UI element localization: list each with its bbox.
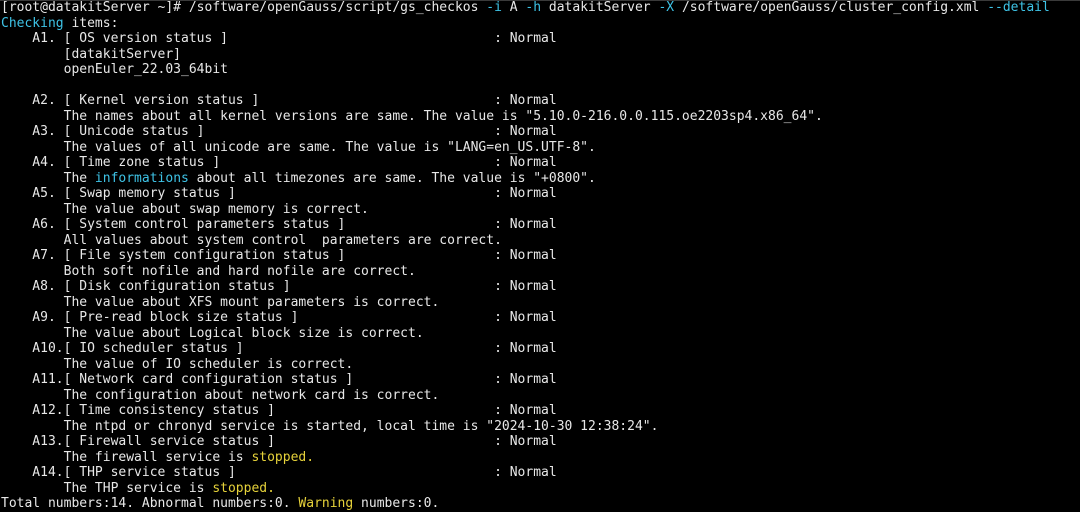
output-line: The ntpd or chronyd service is started, …: [1, 419, 1080, 435]
output-line: The THP service is stopped.: [1, 481, 1080, 497]
terminal-text: The values of all unicode are same. The …: [1, 139, 596, 155]
highlighted-text: informations: [94, 170, 189, 186]
terminal-text: The firewall service is: [1, 449, 252, 465]
terminal-text: A7. [ File system configuration status ]…: [1, 248, 557, 263]
terminal-text: A11.[ Network card configuration status …: [1, 372, 557, 387]
output-line: [datakitServer]: [1, 47, 1080, 63]
terminal-text: The value about XFS mount parameters is …: [1, 294, 440, 310]
output-line: The firewall service is stopped.: [1, 450, 1080, 466]
terminal-text: All values about system control paramete…: [1, 232, 502, 248]
terminal-text: The configuration about network card is …: [1, 387, 440, 403]
output-line: Checking items:: [1, 16, 1080, 32]
terminal-text: The names about all kernel versions are …: [1, 108, 823, 124]
output-line: The informations about all timezones are…: [1, 171, 1080, 187]
output-line: Both soft nofile and hard nofile are cor…: [1, 264, 1080, 280]
output-line: A3. [ Unicode status ] : Normal: [1, 124, 1080, 140]
terminal-text: The ntpd or chronyd service is started, …: [1, 418, 659, 434]
window-top-border: [0, 0, 1080, 1]
highlighted-text: -i: [486, 0, 502, 15]
output-line: A13.[ Firewall service status ] : Normal: [1, 434, 1080, 450]
terminal-text: A5. [ Swap memory status ] : Normal: [1, 186, 557, 201]
output-line: The names about all kernel versions are …: [1, 109, 1080, 125]
highlighted-text: stopped.: [251, 449, 315, 465]
terminal-output: [root@datakitServer ~]# /software/openGa…: [1, 0, 1080, 512]
output-line: The values of all unicode are same. The …: [1, 140, 1080, 156]
terminal-text: Total numbers:14. Abnormal numbers:0.: [1, 496, 299, 511]
terminal-text: A3. [ Unicode status ] : Normal: [1, 124, 557, 139]
output-line: A9. [ Pre-read block size status ] : Nor…: [1, 310, 1080, 326]
output-line: The value of IO scheduler is correct.: [1, 357, 1080, 373]
terminal-text: openEuler_22.03_64bit: [1, 62, 228, 77]
terminal-text: about all timezones are same. The value …: [188, 170, 596, 186]
output-line: All values about system control paramete…: [1, 233, 1080, 249]
terminal-window[interactable]: [root@datakitServer ~]# /software/openGa…: [0, 0, 1080, 512]
terminal-text: items:: [63, 15, 119, 31]
terminal-text: datakitServer: [541, 0, 659, 15]
terminal-text: A9. [ Pre-read block size status ] : Nor…: [1, 310, 557, 325]
highlighted-text: -X: [658, 0, 675, 15]
terminal-text: numbers:0.: [353, 496, 440, 511]
terminal-text: A4. [ Time zone status ] : Normal: [1, 155, 557, 170]
output-line: A5. [ Swap memory status ] : Normal: [1, 186, 1080, 202]
terminal-text: A13.[ Firewall service status ] : Normal: [1, 434, 557, 449]
highlighted-text: --detail: [987, 0, 1050, 15]
terminal-text: A12.[ Time consistency status ] : Normal: [1, 403, 557, 418]
highlighted-text: Warning: [298, 496, 354, 511]
output-line: The value about Logical block size is co…: [1, 326, 1080, 342]
highlighted-text: -h: [525, 0, 542, 15]
output-line: A2. [ Kernel version status ] : Normal: [1, 93, 1080, 109]
terminal-text: [datakitServer]: [1, 46, 182, 62]
output-line: Total numbers:14. Abnormal numbers:0. Wa…: [1, 496, 1080, 512]
output-line: The value about swap memory is correct.: [1, 202, 1080, 218]
terminal-text: A2. [ Kernel version status ] : Normal: [1, 93, 557, 108]
output-line: A4. [ Time zone status ] : Normal: [1, 155, 1080, 171]
terminal-text: A14.[ THP service status ] : Normal: [1, 465, 557, 480]
highlighted-text: Checking: [1, 15, 64, 31]
command-line: [root@datakitServer ~]# /software/openGa…: [1, 0, 1080, 16]
terminal-text: The: [1, 170, 95, 186]
terminal-text: A8. [ Disk configuration status ] : Norm…: [1, 279, 557, 294]
output-line: A6. [ System control parameters status ]…: [1, 217, 1080, 233]
output-line: A14.[ THP service status ] : Normal: [1, 465, 1080, 481]
terminal-text: A10.[ IO scheduler status ] : Normal: [1, 341, 557, 356]
output-line: A10.[ IO scheduler status ] : Normal: [1, 341, 1080, 357]
output-line: The value about XFS mount parameters is …: [1, 295, 1080, 311]
terminal-text: The value of IO scheduler is correct.: [1, 356, 354, 372]
terminal-text: A1. [ OS version status ] : Normal: [1, 31, 557, 46]
terminal-text: Both soft nofile and hard nofile are cor…: [1, 263, 416, 279]
output-line: The configuration about network card is …: [1, 388, 1080, 404]
terminal-text: The THP service is: [1, 480, 213, 496]
terminal-text: /software/openGauss/cluster_config.xml: [674, 0, 988, 15]
highlighted-text: stopped.: [212, 480, 275, 496]
terminal-text: The value about swap memory is correct.: [1, 201, 369, 217]
output-line: A7. [ File system configuration status ]…: [1, 248, 1080, 264]
terminal-text: A: [501, 0, 526, 15]
output-line: A8. [ Disk configuration status ] : Norm…: [1, 279, 1080, 295]
output-line: A1. [ OS version status ] : Normal: [1, 31, 1080, 47]
terminal-text: The value about Logical block size is co…: [1, 325, 424, 341]
terminal-text: [root@datakitServer ~]# /software/openGa…: [1, 0, 487, 15]
terminal-text: A6. [ System control parameters status ]…: [1, 217, 557, 232]
output-line: A11.[ Network card configuration status …: [1, 372, 1080, 388]
output-line: A12.[ Time consistency status ] : Normal: [1, 403, 1080, 419]
output-line: openEuler_22.03_64bit: [1, 62, 1080, 78]
